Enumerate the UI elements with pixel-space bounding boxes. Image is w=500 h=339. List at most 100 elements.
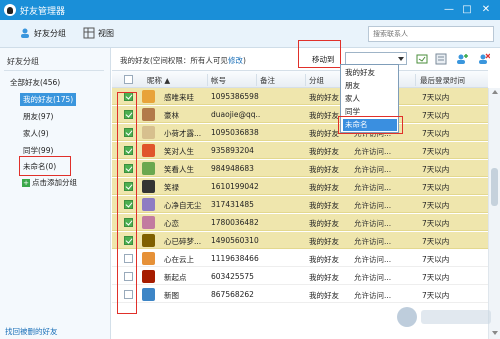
table-row[interactable]: 笑禄 1610199042 我的好友 允许访问... 7天以内 <box>112 178 488 195</box>
friend-account: duaojie@qq.... <box>211 110 261 119</box>
friend-group-tab[interactable]: 好友分组 <box>34 27 66 41</box>
friend-last-login: 7天以内 <box>422 273 450 282</box>
column-nickname[interactable]: 昵称 ▲ <box>147 75 170 86</box>
avatar <box>142 234 155 247</box>
friend-nickname: 笑看人生 <box>164 165 194 174</box>
friend-last-login: 7天以内 <box>422 129 450 138</box>
friend-last-login: 7天以内 <box>422 201 450 210</box>
friend-nickname: 笑禄 <box>164 183 179 192</box>
table-row[interactable]: 新起点 603425575 我的好友 允许访问... 7天以内 <box>112 268 488 285</box>
main-panel: 我的好友(空间权限：所有人可见修改) 移动到 昵称 ▲ 帐号 备注 分组 最后登… <box>112 40 500 339</box>
friend-last-login: 7天以内 <box>422 147 450 156</box>
dropdown-option-family[interactable]: 家人 <box>343 93 397 105</box>
friend-group: 我的好友 <box>309 237 339 246</box>
avatar <box>142 198 155 211</box>
sidebar-item-my-friends[interactable]: 我的好友(175) <box>20 93 77 106</box>
friends-header: 我的好友(空间权限：所有人可见修改) 移动到 <box>112 40 500 70</box>
sidebar-item-friends[interactable]: 朋友(97) <box>20 110 56 123</box>
column-account[interactable]: 帐号 <box>211 75 226 86</box>
sidebar: 好友分组 全部好友(456) 我的好友(175) 朋友(97) 家人(9) 同学… <box>0 48 111 339</box>
table-row[interactable]: 新图 867568262 我的好友 允许访问... 7天以内 <box>112 286 488 303</box>
friend-nickname: 感唯来哇 <box>164 93 194 102</box>
select-all-checkbox[interactable] <box>124 75 133 84</box>
friend-last-login: 7天以内 <box>422 255 450 264</box>
sidebar-item-family[interactable]: 家人(9) <box>20 127 52 140</box>
friend-last-login: 7天以内 <box>422 291 450 300</box>
annotation-box-move-to <box>298 40 341 68</box>
table-row[interactable]: 笑对人生 935893204 我的好友 允许访问... 7天以内 <box>112 142 488 159</box>
table-row[interactable]: 心恋 1780036482 我的好友 允许访问... 7天以内 <box>112 214 488 231</box>
friend-group: 我的好友 <box>309 201 339 210</box>
group-icon <box>21 28 29 38</box>
friend-account: 1490560310 <box>211 236 259 245</box>
table-row[interactable]: 豪林 duaojie@qq.... 我的好友 7天以内 <box>112 106 488 123</box>
divider <box>4 70 104 71</box>
table-header: 昵称 ▲ 帐号 备注 分组 最后登录时间 <box>112 70 488 88</box>
friend-permission: 允许访问... <box>354 201 392 210</box>
dropdown-option-my-friends[interactable]: 我的好友 <box>343 67 397 79</box>
column-divider <box>305 74 306 86</box>
annotation-box-unnamed-group <box>19 156 71 176</box>
avatar <box>142 162 155 175</box>
table-row[interactable]: 心在云上 1119638466 我的好友 允许访问... 7天以内 <box>112 250 488 267</box>
friend-last-login: 7天以内 <box>422 111 450 120</box>
table-row[interactable]: 心已碎梦... 1490560310 我的好友 允许访问... 7天以内 <box>112 232 488 249</box>
avatar <box>142 126 155 139</box>
friend-nickname: 笑对人生 <box>164 147 194 156</box>
friend-permission: 允许访问... <box>354 147 392 156</box>
column-remark[interactable]: 备注 <box>260 75 275 86</box>
view-icon <box>83 27 95 39</box>
scroll-up-arrow-icon[interactable] <box>492 90 498 94</box>
friend-account: 935893204 <box>211 146 254 155</box>
friend-permission: 允许访问... <box>354 273 392 282</box>
sidebar-header: 好友分组 <box>7 57 39 66</box>
view-tab[interactable]: 视图 <box>98 27 114 41</box>
window-title: 好友管理器 <box>20 7 66 17</box>
table-row[interactable]: 小荷才露... 1095036838 我的好友 允许访问... 7天以内 <box>112 124 488 141</box>
friend-nickname: 心恋 <box>164 219 179 228</box>
friend-group: 我的好友 <box>309 255 339 264</box>
column-divider <box>415 74 416 86</box>
recover-deleted-friends-link[interactable]: 找回被删的好友 <box>5 326 58 337</box>
friend-account: 984948683 <box>211 164 254 173</box>
column-group[interactable]: 分组 <box>309 75 324 86</box>
friend-account: 1095386598 <box>211 92 259 101</box>
scrollbar-thumb[interactable] <box>491 168 498 206</box>
friend-nickname: 新起点 <box>164 273 187 282</box>
qq-logo-icon <box>4 4 16 16</box>
table-row[interactable]: 心净自无尘 317431485 我的好友 允许访问... 7天以内 <box>112 196 488 213</box>
dropdown-option-friends[interactable]: 朋友 <box>343 80 397 92</box>
avatar <box>142 288 155 301</box>
avatar <box>142 108 155 121</box>
search-input[interactable] <box>368 26 494 42</box>
maximize-button[interactable]: □ <box>460 3 474 17</box>
export-icon[interactable] <box>416 53 428 65</box>
friend-nickname: 心净自无尘 <box>164 201 202 210</box>
friend-permission: 允许访问... <box>354 219 392 228</box>
friend-account: 1095036838 <box>211 128 259 137</box>
add-group-button[interactable]: + 点击添加分组 <box>22 177 77 189</box>
friend-account: 867568262 <box>211 290 254 299</box>
table-row[interactable]: 笑看人生 984948683 我的好友 允许访问... 7天以内 <box>112 160 488 177</box>
watermark-logo <box>397 307 491 327</box>
friend-nickname: 豪林 <box>164 111 179 120</box>
friend-group: 我的好友 <box>309 291 339 300</box>
add-group-label: 点击添加分组 <box>32 178 77 187</box>
add-friend-icon[interactable] <box>456 53 468 65</box>
friend-last-login: 7天以内 <box>422 165 450 174</box>
friend-permission: 允许访问... <box>354 165 392 174</box>
minimize-button[interactable]: — <box>442 3 456 17</box>
delete-friend-icon[interactable] <box>478 53 490 65</box>
friend-account: 1610199042 <box>211 182 259 191</box>
friend-permission: 允许访问... <box>354 183 392 192</box>
sidebar-item-all-friends[interactable]: 全部好友(456) <box>7 76 63 89</box>
settings-icon[interactable] <box>435 53 447 65</box>
column-last-login[interactable]: 最后登录时间 <box>420 75 465 86</box>
column-divider <box>207 74 208 86</box>
friend-permission: 允许访问... <box>354 291 392 300</box>
table-row[interactable]: 感唯来哇 1095386598 我的好友 7天以内 <box>112 88 488 105</box>
close-button[interactable]: ✕ <box>479 3 493 17</box>
avatar <box>142 90 155 103</box>
friend-nickname: 心在云上 <box>164 255 194 264</box>
modify-permission-link[interactable]: 修改 <box>228 56 243 65</box>
